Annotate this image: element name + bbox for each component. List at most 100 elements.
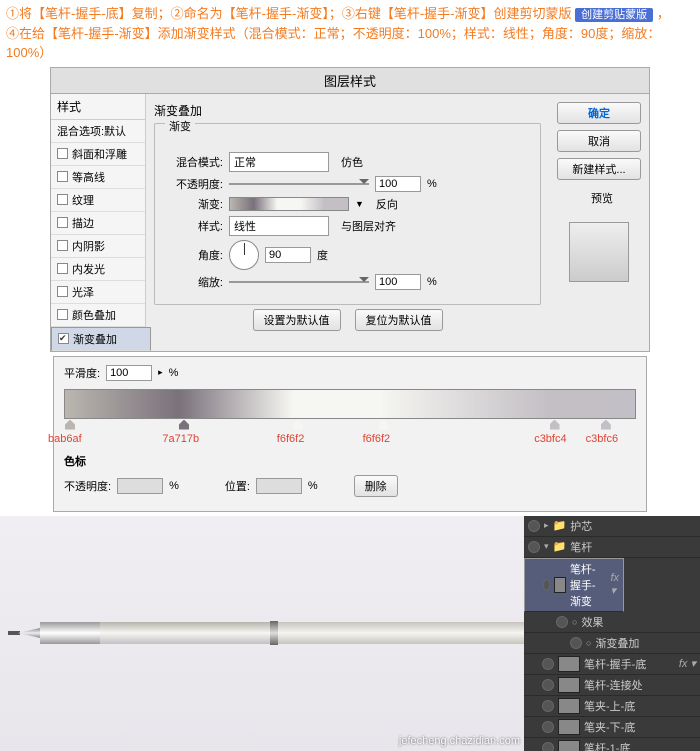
pct-1: % xyxy=(427,178,437,190)
layer-thumb-icon xyxy=(558,740,580,751)
layer-name: 笔杆-1-底 xyxy=(584,740,630,751)
instr-1b: ， xyxy=(657,6,670,21)
layer-item[interactable]: 笔夹-上-底 xyxy=(524,696,700,717)
layer-style-dialog: 图层样式 样式 混合选项:默认 斜面和浮雕等高线纹理描边内阴影内发光光泽颜色叠加… xyxy=(50,67,650,352)
smoothness-input[interactable] xyxy=(106,365,152,381)
layer-folder[interactable]: ▾📁笔杆 xyxy=(524,537,700,558)
style-item-label: 颜色叠加 xyxy=(72,307,116,323)
blend-mode-select[interactable]: 正常 xyxy=(229,152,329,172)
sub-title: 渐变 xyxy=(165,118,195,134)
visibility-icon[interactable] xyxy=(542,679,554,691)
layer-item[interactable]: 笔杆-1-底 xyxy=(524,738,700,751)
visibility-icon[interactable] xyxy=(556,616,568,628)
gradient-stop[interactable] xyxy=(179,420,189,430)
layer-effect[interactable]: ○渐变叠加 xyxy=(524,633,700,654)
opacity-slider[interactable] xyxy=(229,183,369,185)
folder-arrow-icon[interactable]: ▸ xyxy=(544,520,549,531)
visibility-icon[interactable] xyxy=(543,579,550,591)
scale-slider[interactable] xyxy=(229,281,369,283)
preview-label: 预览 xyxy=(591,190,613,206)
opacity-input[interactable] xyxy=(375,176,421,192)
visibility-icon[interactable] xyxy=(542,658,554,670)
style-label: 样式: xyxy=(165,218,223,234)
instr-2: ④在给【笔杆-握手-渐变】添加渐变样式（混合模式：正常；不透明度：100%；样式… xyxy=(6,26,660,61)
dialog-side-buttons: 确定 取消 新建样式... 预览 xyxy=(549,94,649,351)
dither-label: 仿色 xyxy=(341,154,363,170)
style-item[interactable]: 内发光 xyxy=(51,258,145,281)
style-item[interactable]: 颜色叠加 xyxy=(51,304,145,327)
layer-effect[interactable]: ○效果 xyxy=(524,612,700,633)
layer-item[interactable]: 笔杆-连接处 xyxy=(524,675,700,696)
style-item[interactable]: 内阴影 xyxy=(51,235,145,258)
style-checkbox[interactable] xyxy=(57,217,68,228)
gradient-overlay-panel: 渐变叠加 渐变 混合模式: 正常 仿色 不透明度: % 渐变: xyxy=(146,94,549,351)
gradient-bar[interactable] xyxy=(64,389,636,419)
gradient-preview[interactable] xyxy=(229,197,349,211)
smoothness-dropdown-icon[interactable]: ▸ xyxy=(158,367,163,378)
layer-thumb-icon xyxy=(554,577,566,593)
fx-bullet-icon: ○ xyxy=(586,638,591,648)
layer-item[interactable]: 笔夹-下-底 xyxy=(524,717,700,738)
reset-default-button[interactable]: 复位为默认值 xyxy=(355,309,443,331)
layer-name: 效果 xyxy=(581,614,603,630)
cancel-button[interactable]: 取消 xyxy=(557,130,641,152)
pen-grip xyxy=(100,622,270,644)
style-item[interactable]: 斜面和浮雕 xyxy=(51,143,145,166)
ok-button[interactable]: 确定 xyxy=(557,102,641,124)
style-item[interactable]: 纹理 xyxy=(51,189,145,212)
gradient-stop[interactable] xyxy=(65,420,75,430)
style-checkbox[interactable] xyxy=(58,333,69,344)
styles-header[interactable]: 样式 xyxy=(51,94,145,120)
align-label: 与图层对齐 xyxy=(341,218,396,234)
set-default-button[interactable]: 设置为默认值 xyxy=(253,309,341,331)
folder-arrow-icon[interactable]: ▾ xyxy=(544,541,549,552)
fx-indicator[interactable]: fx ▾ xyxy=(679,657,696,670)
pct-4: % xyxy=(169,480,179,492)
visibility-icon[interactable] xyxy=(528,541,540,553)
angle-input[interactable] xyxy=(265,247,311,263)
fx-indicator[interactable]: fx ▾ xyxy=(610,572,619,597)
style-checkbox[interactable] xyxy=(57,148,68,159)
layer-name: 笔杆-握手-渐变 xyxy=(570,561,607,609)
visibility-icon[interactable] xyxy=(528,520,540,532)
angle-label: 角度: xyxy=(165,247,223,263)
ge-opacity-input[interactable] xyxy=(117,478,163,494)
ge-position-input[interactable] xyxy=(256,478,302,494)
render-area: ▸📁护芯▾📁笔杆笔杆-握手-渐变fx ▾○效果○渐变叠加笔杆-握手-底fx ▾笔… xyxy=(0,516,700,751)
gradient-stop[interactable] xyxy=(550,420,560,430)
layer-name: 笔杆 xyxy=(570,539,592,555)
delete-stop-button[interactable]: 删除 xyxy=(354,475,398,497)
gradient-stop[interactable] xyxy=(379,420,389,430)
layer-folder[interactable]: ▸📁护芯 xyxy=(524,516,700,537)
style-select[interactable]: 线性 xyxy=(229,216,329,236)
style-item[interactable]: 描边 xyxy=(51,212,145,235)
gradient-dropdown-icon[interactable]: ▼ xyxy=(355,199,364,209)
style-checkbox[interactable] xyxy=(57,263,68,274)
angle-dial[interactable] xyxy=(229,240,259,270)
gradient-label: 渐变: xyxy=(165,196,223,212)
visibility-icon[interactable] xyxy=(542,721,554,733)
layer-thumb-icon xyxy=(558,677,580,693)
style-item[interactable]: 渐变叠加 xyxy=(51,327,151,351)
scale-input[interactable] xyxy=(375,274,421,290)
style-checkbox[interactable] xyxy=(57,240,68,251)
style-checkbox[interactable] xyxy=(57,171,68,182)
style-item-label: 内阴影 xyxy=(72,238,105,254)
style-checkbox[interactable] xyxy=(57,309,68,320)
gradient-stop[interactable] xyxy=(601,420,611,430)
style-item[interactable]: 光泽 xyxy=(51,281,145,304)
layer-name: 笔杆-握手-底 xyxy=(584,656,646,672)
style-checkbox[interactable] xyxy=(57,194,68,205)
layer-item[interactable]: 笔杆-握手-底 fx ▾ xyxy=(524,654,700,675)
gradient-editor: 平滑度: ▸ % bab6af7a717bf6f6f2f6f6f2c3bfc4c… xyxy=(53,356,647,512)
visibility-icon[interactable] xyxy=(542,742,554,751)
visibility-icon[interactable] xyxy=(570,637,582,649)
style-item-label: 纹理 xyxy=(72,192,94,208)
new-style-button[interactable]: 新建样式... xyxy=(557,158,641,180)
visibility-icon[interactable] xyxy=(542,700,554,712)
style-item[interactable]: 等高线 xyxy=(51,166,145,189)
style-checkbox[interactable] xyxy=(57,286,68,297)
layer-item[interactable]: 笔杆-握手-渐变fx ▾ xyxy=(524,558,624,612)
gradient-stop[interactable] xyxy=(293,420,303,430)
blend-default[interactable]: 混合选项:默认 xyxy=(51,120,145,143)
